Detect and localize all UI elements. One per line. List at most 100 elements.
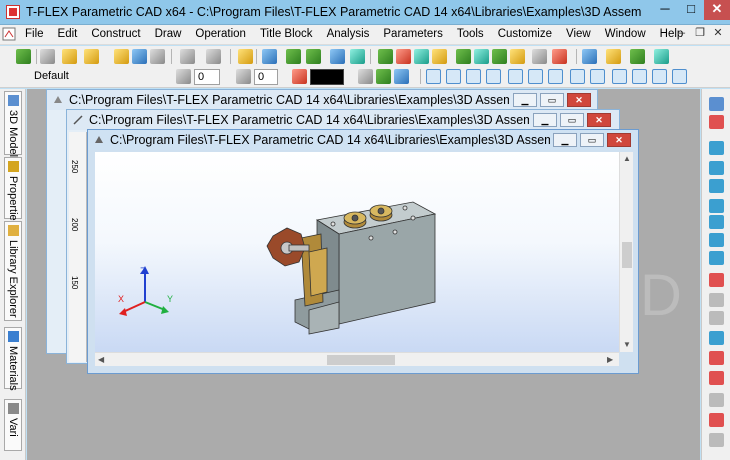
model-tree-icon[interactable] [286,49,301,64]
menu-title-block[interactable]: Title Block [253,28,320,40]
document-titlebar[interactable]: C:\Program Files\T-FLEX Parametric CAD 1… [67,110,619,130]
fillet-icon[interactable] [456,49,471,64]
copy-view-icon[interactable] [709,293,724,307]
priority-icon[interactable] [236,69,251,84]
menu-customize[interactable]: Customize [491,28,559,40]
grid-icon[interactable] [709,331,724,345]
measure-icon[interactable] [654,49,669,64]
doc-maximize-button[interactable]: ▭ [580,133,604,147]
shell-icon[interactable] [510,49,525,64]
scroll-down-arrow[interactable]: ▼ [623,340,631,349]
doc-maximize-button[interactable]: ▭ [560,113,584,127]
menu-view[interactable]: View [559,28,598,40]
menu-file[interactable]: File [18,28,51,40]
visibility-icon[interactable] [394,69,409,84]
document-titlebar[interactable]: C:\Program Files\T-FLEX Parametric CAD 1… [47,90,597,110]
hide-icon[interactable] [376,69,391,84]
vertical-scrollbar[interactable]: ▲ ▼ [619,152,633,352]
close-button[interactable]: ✕ [704,0,730,20]
tab-variables[interactable]: Vari [4,399,22,451]
adapter-icon[interactable] [630,49,645,64]
workplane-icon[interactable] [532,49,547,64]
menu-edit[interactable]: Edit [51,28,85,40]
section-icon[interactable] [552,49,567,64]
zoom-in-icon[interactable] [709,141,724,155]
minimize-button[interactable]: ─ [652,0,678,20]
filter-path-icon[interactable] [612,69,627,84]
filter-select-icon[interactable] [426,69,441,84]
level-field[interactable]: 0 [194,69,220,85]
menu-construct[interactable]: Construct [84,28,147,40]
filter-construct-icon[interactable] [590,69,605,84]
window-layout-icon[interactable] [262,49,277,64]
tab-3d-model[interactable]: 3D Model [4,91,22,157]
mdi-minimize-button[interactable]: – [674,27,690,41]
levels-icon[interactable] [176,69,191,84]
section-view-icon[interactable] [709,393,724,407]
chamfer-icon[interactable] [474,49,489,64]
cursor-icon[interactable] [330,49,345,64]
filter-operation-icon[interactable] [528,69,543,84]
view-select-icon[interactable] [709,97,724,111]
tab-library-explorer[interactable]: Library Explorer [4,221,22,321]
assembly-icon[interactable] [582,49,597,64]
measure-view-icon[interactable] [709,413,724,427]
vertical-scroll-thumb[interactable] [622,242,632,268]
menu-draw[interactable]: Draw [148,28,189,40]
tab-materials[interactable]: Materials [4,327,22,391]
scroll-right-arrow[interactable]: ▶ [607,355,613,364]
open-folder-icon[interactable] [114,49,129,64]
pan-icon[interactable] [709,199,724,213]
doc-maximize-button[interactable]: ▭ [540,93,564,107]
doc-minimize-button[interactable]: ▁ [513,93,537,107]
pattern-icon[interactable] [492,49,507,64]
maximize-button[interactable]: □ [678,0,704,20]
edit-pencil-icon[interactable] [238,49,253,64]
filter-text-icon[interactable] [652,69,667,84]
3d-viewport[interactable]: Z X Y [95,152,619,352]
check-errors-icon[interactable] [709,371,724,385]
rotate-view-icon[interactable] [709,251,724,265]
loft-icon[interactable] [414,49,429,64]
filter-dimension-icon[interactable] [632,69,647,84]
fragment-icon[interactable] [606,49,621,64]
filter-fragment-icon[interactable] [548,69,563,84]
render-icon[interactable] [709,273,724,287]
filter-misc-icon[interactable] [672,69,687,84]
filter-face-icon[interactable] [486,69,501,84]
extrude-icon[interactable] [378,49,393,64]
assembly-model[interactable] [266,201,437,335]
filter-sketch-icon[interactable] [570,69,585,84]
scroll-left-arrow[interactable]: ◀ [98,355,104,364]
construct-icon[interactable] [306,49,321,64]
new-document-icon[interactable] [40,49,55,64]
save-icon[interactable] [132,49,147,64]
document-titlebar[interactable]: C:\Program Files\T-FLEX Parametric CAD 1… [88,130,638,150]
line-style-icon[interactable] [358,69,373,84]
doc-close-button[interactable]: ✕ [607,133,631,147]
boolean-icon[interactable] [432,49,447,64]
doc-close-button[interactable]: ✕ [587,113,611,127]
paste-view-icon[interactable] [709,311,724,325]
menu-operation[interactable]: Operation [188,28,253,40]
doc-close-button[interactable]: ✕ [567,93,591,107]
horizontal-scrollbar[interactable]: ◀ ▶ [95,352,619,366]
menu-parameters[interactable]: Parameters [376,28,449,40]
menu-analysis[interactable]: Analysis [320,28,377,40]
doc-minimize-button[interactable]: ▁ [533,113,557,127]
document-system-icon[interactable] [2,27,16,41]
priority-field[interactable]: 0 [254,69,278,85]
redo-icon[interactable] [206,49,221,64]
snap-icon[interactable] [350,49,365,64]
fit-all-icon[interactable] [709,179,724,193]
scroll-up-arrow[interactable]: ▲ [623,154,631,163]
filter-edge-icon[interactable] [466,69,481,84]
tab-properties[interactable]: Properties [4,157,22,226]
rotate-icon[interactable] [396,49,411,64]
doc-minimize-button[interactable]: ▁ [553,133,577,147]
print-icon[interactable] [150,49,165,64]
view-pointer-icon[interactable] [709,115,724,129]
mdi-close-button[interactable]: ✕ [710,27,726,41]
check-model-icon[interactable] [709,351,724,365]
zoom-icon[interactable] [709,215,724,229]
